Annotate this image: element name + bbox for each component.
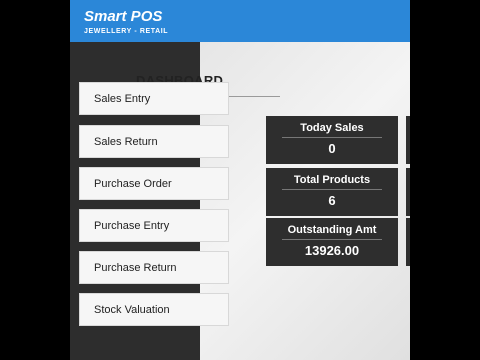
card-divider [282, 239, 382, 240]
nav-label: Stock Valuation [94, 303, 170, 316]
outstanding-amount-card: Outstanding Amt 13926.00 [266, 218, 398, 266]
card-divider [282, 137, 382, 138]
purchase-order-button[interactable]: Purchase Order [79, 167, 229, 200]
nav-label: Purchase Return [94, 261, 177, 274]
purchase-entry-button[interactable]: Purchase Entry [79, 209, 229, 242]
app-tagline: JEWELLERY - RETAIL [84, 28, 169, 35]
nav-label: Purchase Order [94, 177, 172, 190]
nav-label: Sales Return [94, 135, 158, 148]
header-bar: Smart POS JEWELLERY - RETAIL [70, 0, 410, 42]
nav-label: Sales Entry [94, 92, 151, 105]
sales-entry-button[interactable]: Sales Entry [79, 82, 229, 115]
nav-label: Purchase Entry [94, 219, 170, 232]
today-sales-card: Today Sales 0 [266, 116, 398, 164]
card-column-edge [406, 218, 410, 266]
app-window: Smart POS JEWELLERY - RETAIL DASHBOARD S… [70, 0, 410, 360]
total-products-card: Total Products 6 [266, 168, 398, 216]
card-label: Today Sales [300, 122, 364, 134]
stock-valuation-button[interactable]: Stock Valuation [79, 293, 229, 326]
card-label: Outstanding Amt [287, 224, 377, 236]
purchase-return-button[interactable]: Purchase Return [79, 251, 229, 284]
card-divider [282, 189, 382, 190]
app-title: Smart POS [84, 8, 163, 25]
sales-return-button[interactable]: Sales Return [79, 125, 229, 158]
card-label: Total Products [293, 174, 371, 186]
card-value: 6 [328, 193, 336, 208]
card-column-edge [406, 168, 410, 216]
card-value: 0 [328, 141, 336, 156]
card-value: 13926.00 [304, 243, 360, 258]
card-column-edge [406, 116, 410, 164]
